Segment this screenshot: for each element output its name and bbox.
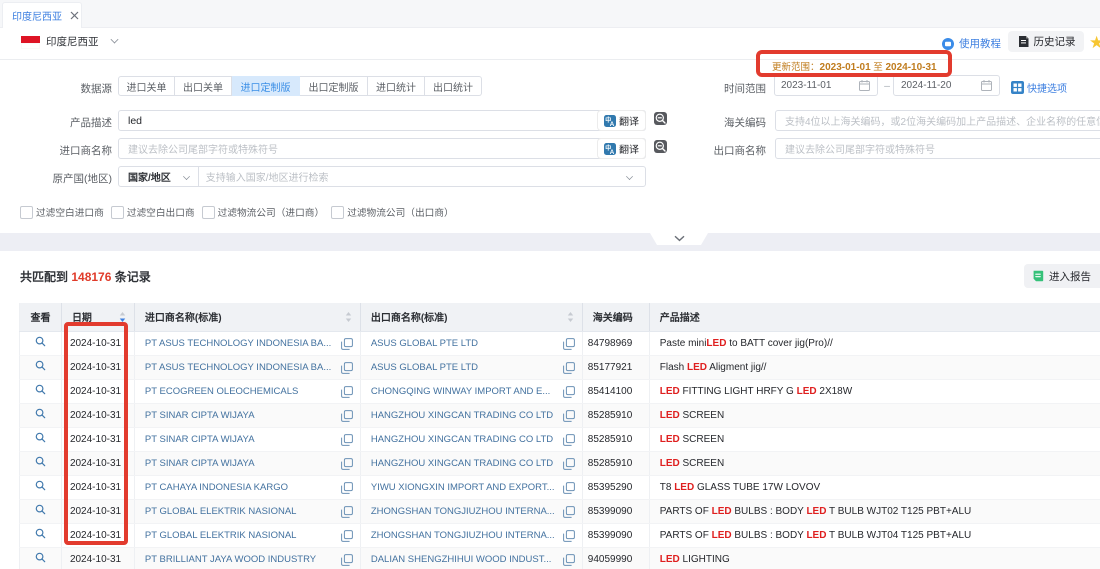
svg-text:A: A bbox=[610, 149, 615, 155]
svg-text:A: A bbox=[610, 121, 615, 127]
